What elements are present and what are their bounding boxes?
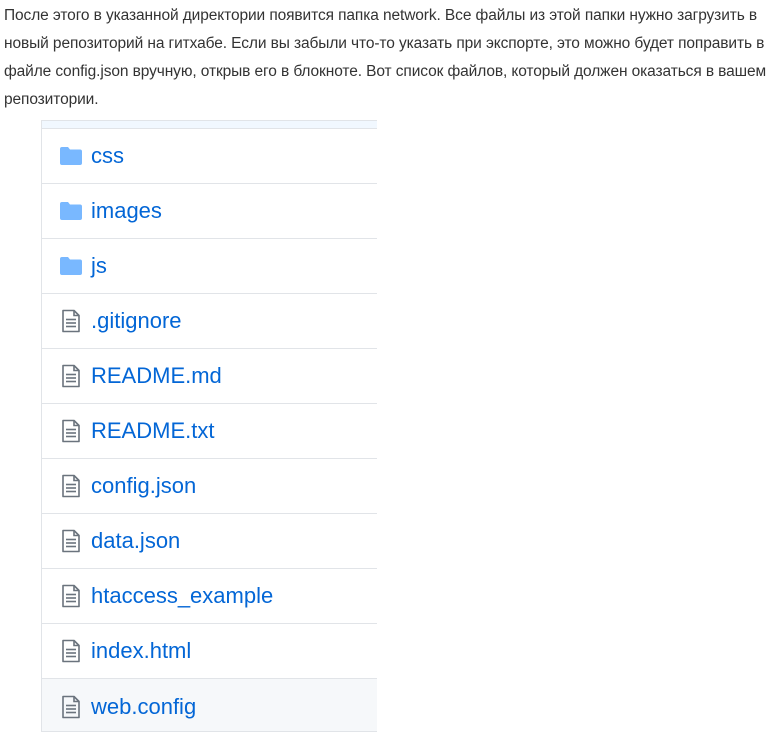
file-name-link[interactable]: js (91, 253, 107, 279)
file-row[interactable]: README.txt (42, 404, 377, 459)
file-row[interactable]: .gitignore (42, 294, 377, 349)
folder-icon (59, 144, 83, 168)
file-icon (59, 419, 83, 443)
file-icon (59, 474, 83, 498)
file-name-link[interactable]: htaccess_example (91, 583, 273, 609)
file-icon (59, 584, 83, 608)
file-icon (59, 364, 83, 388)
file-row[interactable]: data.json (42, 514, 377, 569)
file-icon (59, 309, 83, 333)
intro-paragraph: После этого в указанной директории появи… (4, 7, 767, 108)
file-name-link[interactable]: index.html (91, 638, 191, 664)
file-row[interactable]: web.config (42, 679, 377, 731)
file-name-link[interactable]: README.txt (91, 418, 214, 444)
file-row[interactable]: css (42, 129, 377, 184)
file-row[interactable]: js (42, 239, 377, 294)
file-name-link[interactable]: .gitignore (91, 308, 182, 334)
file-row[interactable]: htaccess_example (42, 569, 377, 624)
folder-icon (59, 199, 83, 223)
file-rows: css images js .gitignore README.md README.txt… (42, 129, 377, 731)
file-name-link[interactable]: images (91, 198, 162, 224)
file-name-link[interactable]: css (91, 143, 124, 169)
file-icon (59, 695, 83, 719)
file-row[interactable]: README.md (42, 349, 377, 404)
folder-icon (59, 254, 83, 278)
file-name-link[interactable]: web.config (91, 694, 196, 720)
file-row[interactable]: config.json (42, 459, 377, 514)
file-icon (59, 529, 83, 553)
file-name-link[interactable]: README.md (91, 363, 222, 389)
file-list: css images js .gitignore README.md README.txt… (41, 120, 377, 732)
file-icon (59, 639, 83, 663)
file-name-link[interactable]: data.json (91, 528, 180, 554)
file-row[interactable]: images (42, 184, 377, 239)
file-name-link[interactable]: config.json (91, 473, 196, 499)
file-row[interactable]: index.html (42, 624, 377, 679)
file-list-header (42, 121, 377, 129)
